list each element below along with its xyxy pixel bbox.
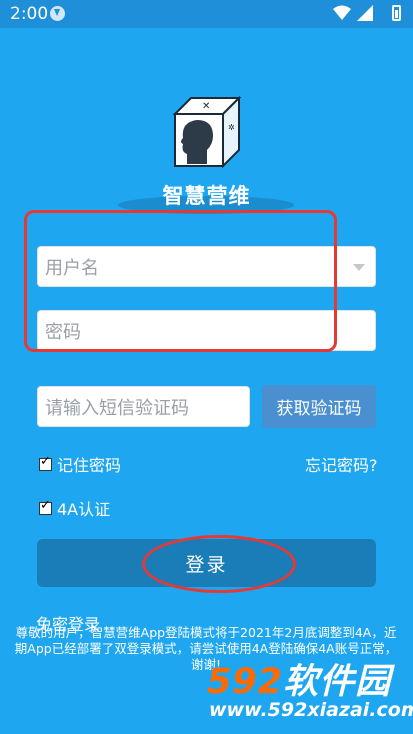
signal-icon: [357, 5, 373, 21]
app-title: 智慧营维: [162, 184, 251, 208]
watermark: 592软件园 www.592xiazai.com: [207, 653, 413, 725]
dropdown-arrow-icon[interactable]: [353, 264, 365, 271]
watermark-brand: 592软件园: [207, 653, 391, 704]
4a-auth-checkbox[interactable]: [39, 498, 52, 515]
watermark-text: 软件园: [283, 662, 392, 702]
forgot-password-link[interactable]: 忘记密码?: [305, 452, 378, 476]
remember-label: 记住密码: [57, 456, 122, 475]
download-icon: [50, 6, 65, 21]
4a-auth-label: 4A认证: [57, 500, 111, 519]
svg-text:✕: ✕: [202, 101, 210, 112]
wifi-icon: [333, 5, 351, 20]
watermark-digits: 592: [207, 662, 284, 702]
svg-text:✲: ✲: [228, 123, 235, 132]
4a-auth-option[interactable]: 4A认证: [39, 496, 110, 520]
get-code-button[interactable]: 获取验证码: [262, 385, 376, 428]
watermark-url: www.592xiazai.com: [209, 699, 413, 721]
sms-code-field[interactable]: 请输入短信验证码: [37, 386, 250, 427]
sms-code-placeholder: 请输入短信验证码: [45, 397, 189, 419]
app-logo-icon: ✕ ✲: [172, 95, 242, 169]
remember-checkbox[interactable]: [39, 454, 52, 471]
red-annotation-ellipse: [142, 535, 296, 593]
remember-password-option[interactable]: 记住密码: [39, 452, 121, 476]
red-annotation-box: [24, 210, 337, 352]
status-bar: 2:00: [0, 0, 413, 28]
status-time: 2:00: [10, 4, 49, 24]
battery-icon: [392, 5, 401, 21]
